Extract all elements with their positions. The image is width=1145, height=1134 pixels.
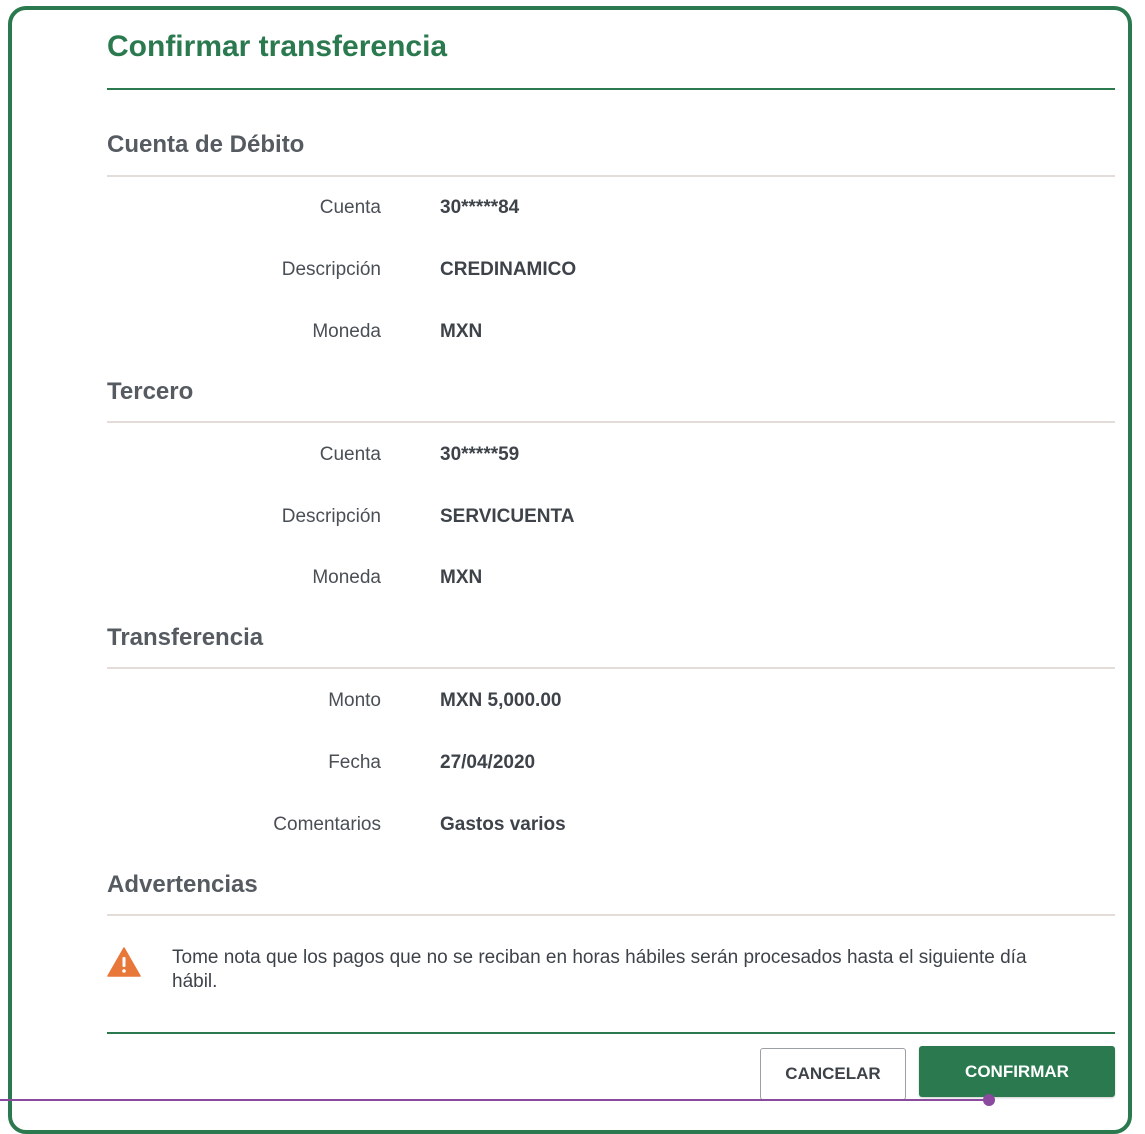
section-divider-debit [107,175,1115,177]
third-party-currency-label: Moneda [312,567,381,588]
transfer-date-value: 27/04/2020 [440,752,536,773]
transfer-comments-value: Gastos varios [440,814,566,835]
cancel-button[interactable]: CANCELAR [760,1048,906,1100]
debit-account-value: 30*****84 [440,197,520,218]
dialog-title: Confirmar transferencia [107,30,448,63]
confirm-button[interactable]: CONFIRMAR [919,1046,1115,1097]
debit-currency-value: MXN [440,321,483,342]
debit-currency-label: Moneda [312,321,381,342]
section-title-debit: Cuenta de Débito [107,131,305,158]
debit-account-label: Cuenta [319,197,381,218]
section-divider-transfer [107,667,1115,669]
third-party-currency-value: MXN [440,567,483,588]
debit-description-value: CREDINAMICO [440,259,577,280]
warning-triangle-icon [107,947,141,977]
footer-divider [107,1032,1115,1034]
transfer-comments-label: Comentarios [273,814,381,835]
section-divider-warnings [107,914,1115,916]
third-party-description-value: SERVICUENTA [440,506,575,527]
annotation-dot [983,1094,995,1106]
third-party-description-label: Descripción [281,506,381,527]
third-party-account-label: Cuenta [319,444,381,465]
third-party-account-value: 30*****59 [440,444,520,465]
section-title-third-party: Tercero [107,378,194,405]
transfer-amount-value: MXN 5,000.00 [440,690,562,711]
debit-description-label: Descripción [281,259,381,280]
section-divider-third-party [107,421,1115,423]
section-title-transfer: Transferencia [107,624,264,651]
title-divider [107,88,1115,90]
section-title-warnings: Advertencias [107,871,258,898]
transfer-amount-label: Monto [328,690,381,711]
warning-message: Tome nota que los pagos que no se reciba… [172,947,1027,992]
transfer-date-label: Fecha [328,752,381,773]
annotation-line [0,1099,990,1101]
